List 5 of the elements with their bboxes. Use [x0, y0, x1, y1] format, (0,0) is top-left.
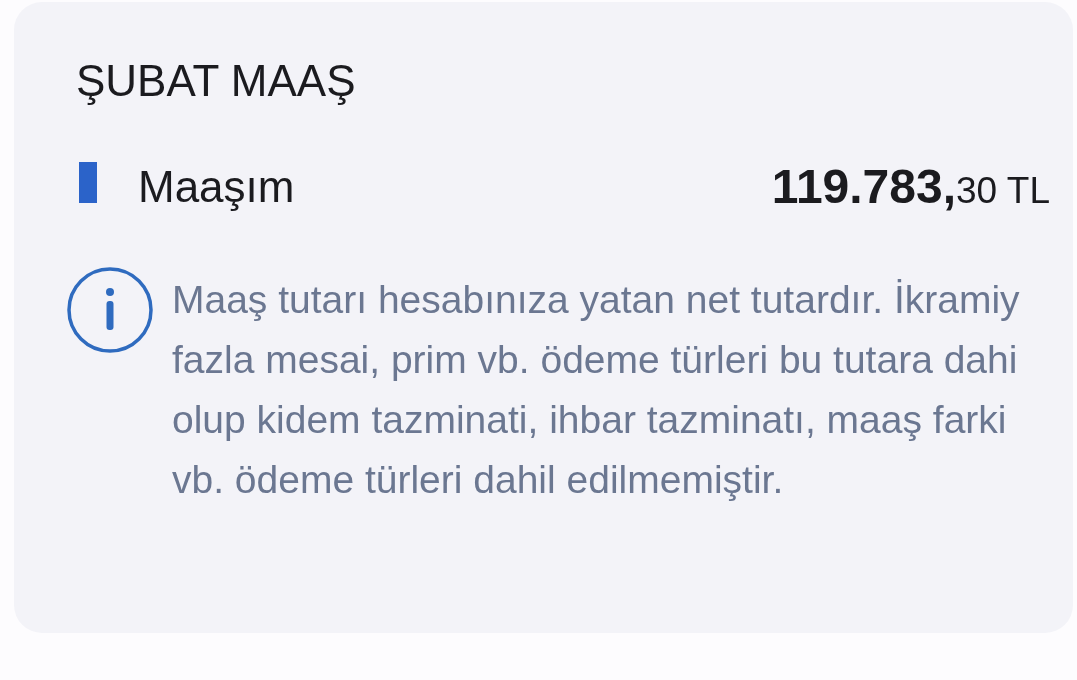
info-icon — [67, 267, 153, 353]
item-label: Maaşım — [138, 163, 295, 211]
salary-amount: 119.783,30 TL — [771, 163, 1050, 215]
info-text: Maaş tutarı hesabınıza yatan net tutardır. İkramiy fazla mesai, prim vb. ödeme türleri bu tutara dahi olup kidem tazminati, ihbar tazminatı, maaş farki vb. ödeme türleri dahil edilmemiştir. — [172, 277, 1020, 503]
card-title: ŞUBAT MAAŞ — [76, 59, 357, 103]
